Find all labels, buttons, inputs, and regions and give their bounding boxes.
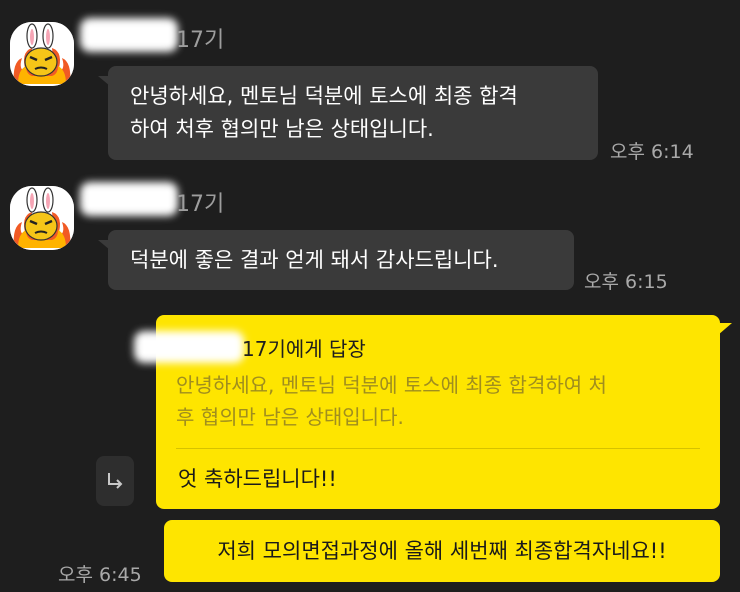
redacted-name [80,182,178,216]
character-avatar-icon [10,186,74,250]
redacted-name [80,18,178,52]
sender-cohort: 17기 [176,28,225,53]
reply-divider [176,448,700,449]
message-text-line: 하여 처후 협의만 남은 상태입니다. [130,117,434,141]
reply-arrow-icon[interactable] [96,456,134,506]
sender-name: 17기 [80,182,280,217]
message-text-line: 안녕하세요, 멘토님 덕분에 토스에 최종 합격 [130,84,518,108]
message-time: 오후 6:14 [610,141,694,163]
character-avatar-icon [10,22,74,86]
quoted-message[interactable]: 안녕하세요, 멘토님 덕분에 토스에 최종 합격하여 처 후 협의만 남은 상태… [176,369,706,433]
reply-to-label: 17기에게 답장 [242,337,366,361]
message-text: 저희 모의면접과정에 올해 세번째 최종합격자네요!! [217,539,667,563]
sender-cohort: 17기 [176,192,225,217]
reply-header: 17기에게 답장 [134,331,556,363]
reply-text: 엇 축하드립니다!! [178,467,337,491]
redacted-name [134,331,244,363]
quoted-text-line: 안녕하세요, 멘토님 덕분에 토스에 최종 합격하여 처 [176,373,607,397]
message-bubble[interactable]: 덕분에 좋은 결과 얻게 돼서 감사드립니다. [98,230,574,290]
message-time: 오후 6:45 [58,564,142,586]
outgoing-message-bubble[interactable]: 저희 모의면접과정에 올해 세번째 최종합격자네요!! [164,520,720,582]
sender-avatar[interactable] [10,22,74,86]
sender-name: 17기 [80,18,280,53]
reply-message-bubble[interactable]: 17기에게 답장 안녕하세요, 멘토님 덕분에 토스에 최종 합격하여 처 후 … [134,315,732,509]
message-text: 덕분에 좋은 결과 얻게 돼서 감사드립니다. [130,248,499,272]
quoted-text-line: 후 협의만 남은 상태입니다. [176,405,404,429]
message-bubble[interactable]: 안녕하세요, 멘토님 덕분에 토스에 최종 합격 하여 처후 협의만 남은 상태… [98,66,598,160]
message-time: 오후 6:15 [584,271,668,293]
sender-avatar[interactable] [10,186,74,250]
